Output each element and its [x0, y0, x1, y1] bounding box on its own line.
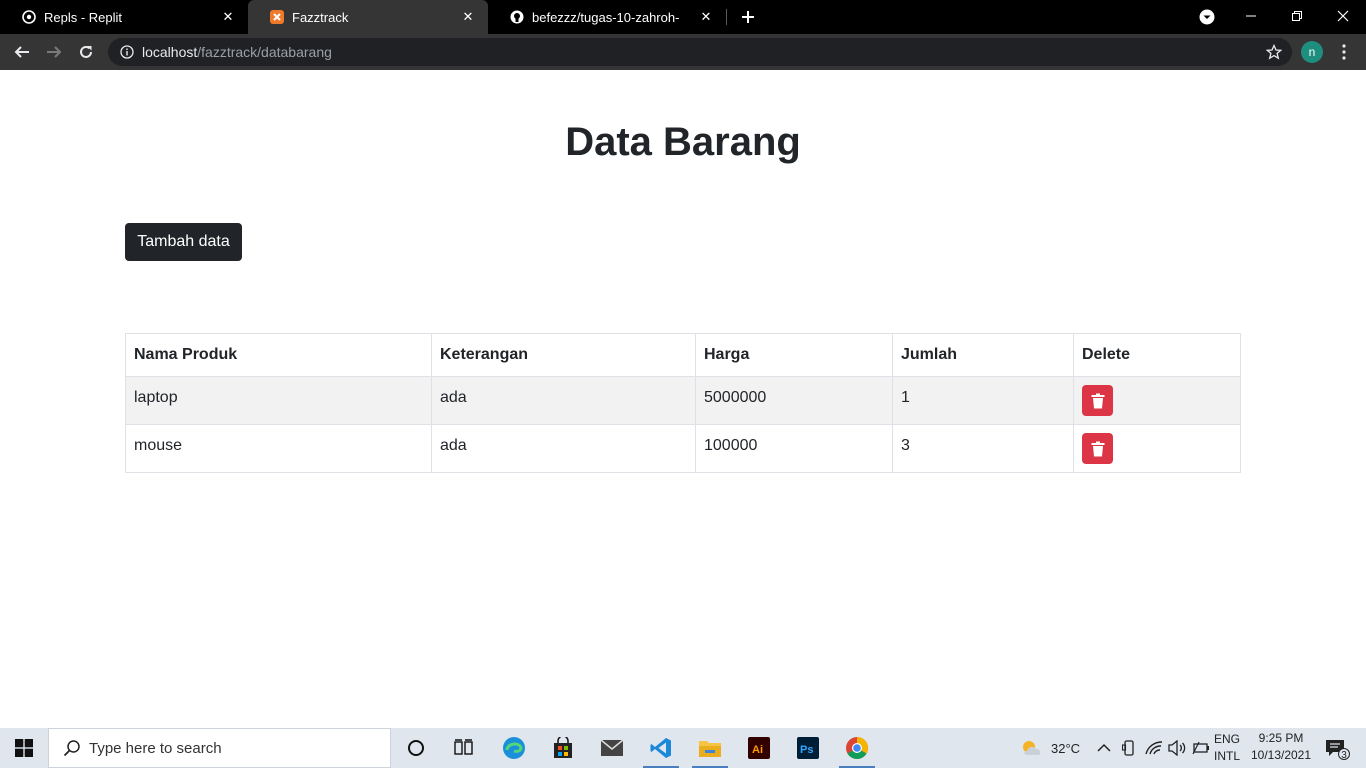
minimize-button[interactable] — [1228, 0, 1274, 32]
column-header: Nama Produk — [125, 333, 432, 377]
clock-time: 9:25 PM — [1258, 731, 1304, 745]
cortana-icon[interactable] — [392, 728, 440, 768]
show-hidden-icons[interactable] — [1097, 728, 1111, 768]
url-path: /fazztrack/databarang — [197, 44, 332, 60]
reload-icon — [80, 45, 92, 58]
cell-jumlah: 3 — [892, 424, 1074, 473]
more-vertical-icon — [1342, 44, 1346, 60]
tab-title: Repls - Replit — [44, 9, 123, 25]
windows-logo-icon — [15, 739, 33, 757]
xampp-icon — [270, 10, 284, 24]
cell-keterangan: ada — [431, 376, 696, 425]
illustrator-icon[interactable]: Ai — [735, 728, 783, 768]
clock-date: 10/13/2021 — [1250, 748, 1312, 762]
close-icon[interactable]: ✕ — [460, 9, 476, 25]
column-header: Jumlah — [892, 333, 1074, 377]
system-clock[interactable]: 9:25 PM 10/13/2021 — [1248, 730, 1314, 764]
cell-nama-produk: laptop — [125, 376, 432, 425]
device-icon[interactable] — [1122, 728, 1136, 768]
forward-button[interactable] — [40, 38, 68, 66]
profile-avatar[interactable]: n — [1301, 41, 1323, 63]
start-button[interactable] — [0, 728, 48, 768]
table-row: laptop ada 5000000 1 — [125, 376, 1241, 425]
delete-button[interactable] — [1082, 433, 1113, 464]
restore-button[interactable] — [1274, 0, 1320, 32]
tab-title: befezzz/tugas-10-zahroh- — [532, 9, 680, 25]
column-header: Harga — [695, 333, 893, 377]
close-icon[interactable]: ✕ — [220, 9, 236, 25]
bookmark-star-icon[interactable] — [1265, 43, 1283, 60]
address-bar[interactable]: localhost/fazztrack/databarang — [108, 38, 1292, 66]
close-icon[interactable]: ✕ — [698, 9, 714, 25]
edge-icon[interactable] — [490, 728, 538, 768]
cell-nama-produk: mouse — [125, 424, 432, 473]
volume-icon[interactable] — [1168, 728, 1186, 768]
weather-widget[interactable]: 32°C — [1020, 728, 1080, 768]
chrome-icon[interactable] — [833, 728, 881, 768]
add-data-button[interactable]: Tambah data — [125, 223, 242, 261]
keyboard-layout: INTL — [1214, 749, 1241, 763]
vscode-icon[interactable] — [637, 728, 685, 768]
minimize-icon — [1246, 15, 1256, 17]
chevron-up-icon — [1097, 743, 1111, 752]
search-icon — [63, 740, 80, 757]
info-icon[interactable] — [120, 45, 134, 59]
language-code: ENG — [1214, 732, 1241, 746]
cell-jumlah: 1 — [892, 376, 1074, 425]
new-tab-button[interactable] — [736, 5, 760, 29]
cell-delete — [1073, 376, 1241, 425]
file-explorer-icon[interactable] — [686, 728, 734, 768]
reload-button[interactable] — [72, 38, 100, 66]
battery-icon[interactable] — [1192, 728, 1210, 768]
trash-icon — [1091, 441, 1104, 456]
cell-delete — [1073, 424, 1241, 473]
taskbar-search-box[interactable]: Type here to search — [48, 728, 391, 768]
svg-text:Ps: Ps — [800, 744, 813, 756]
column-header: Keterangan — [431, 333, 696, 377]
column-header: Delete — [1073, 333, 1241, 377]
back-button[interactable] — [8, 38, 36, 66]
tab-search-button[interactable] — [1196, 7, 1218, 27]
replit-icon — [22, 10, 36, 24]
mail-icon[interactable] — [588, 728, 636, 768]
notification-center-button[interactable]: 3 — [1322, 736, 1352, 762]
product-table: Nama Produk Keterangan Harga Jumlah Dele… — [125, 333, 1241, 473]
browser-tab-strip: Repls - Replit ✕ Fazztrack ✕ befezzz/tug… — [0, 0, 1366, 34]
tab-github[interactable]: befezzz/tugas-10-zahroh- ✕ — [488, 0, 726, 34]
cell-harga: 100000 — [695, 424, 893, 473]
language-indicator[interactable]: ENG INTL — [1214, 731, 1248, 765]
browser-menu-button[interactable] — [1333, 38, 1355, 66]
table-header-row: Nama Produk Keterangan Harga Jumlah Dele… — [125, 333, 1241, 377]
restore-icon — [1292, 11, 1302, 21]
close-window-button[interactable] — [1320, 0, 1366, 32]
cell-harga: 5000000 — [695, 376, 893, 425]
notification-count: 3 — [1341, 750, 1347, 761]
github-icon — [510, 10, 524, 24]
store-icon[interactable] — [539, 728, 587, 768]
delete-button[interactable] — [1082, 385, 1113, 416]
url-host: localhost — [142, 44, 198, 60]
tab-separator — [726, 9, 727, 25]
arrow-left-icon — [14, 46, 29, 58]
tab-title: Fazztrack — [292, 9, 349, 25]
partly-sunny-icon — [1023, 741, 1041, 755]
search-placeholder: Type here to search — [89, 739, 222, 757]
tab-fazztrack[interactable]: Fazztrack ✕ — [248, 0, 488, 34]
wifi-icon[interactable] — [1145, 728, 1163, 768]
close-icon — [1337, 10, 1349, 22]
chevron-down-icon — [1199, 9, 1215, 25]
page-title: Data Barang — [565, 120, 801, 164]
browser-toolbar: localhost/fazztrack/databarang n — [0, 34, 1366, 70]
cell-keterangan: ada — [431, 424, 696, 473]
plus-icon — [742, 11, 754, 23]
task-view-icon[interactable] — [440, 728, 488, 768]
table-row: mouse ada 100000 3 — [125, 424, 1241, 473]
arrow-right-icon — [47, 46, 62, 58]
tab-repls-replit[interactable]: Repls - Replit ✕ — [0, 0, 248, 34]
photoshop-icon[interactable]: Ps — [784, 728, 832, 768]
weather-temp: 32°C — [1051, 740, 1081, 756]
trash-icon — [1091, 393, 1104, 408]
svg-text:Ai: Ai — [752, 744, 763, 756]
windows-taskbar: Type here to search Ai Ps 32°C ENG INTL … — [0, 728, 1366, 768]
